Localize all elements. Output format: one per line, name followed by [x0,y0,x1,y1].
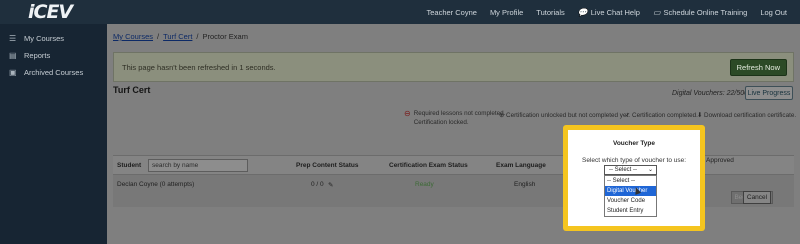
legend-completed-text: Certification completed. [632,112,698,119]
monitor-icon: ▭ [652,7,661,17]
refresh-notice: This page hasn't been refreshed in 1 sec… [113,52,794,82]
legend-unlocked: ⊕ Certification unlocked but not complet… [499,112,630,119]
legend-download: ⬇ Download certification certificate. [697,112,796,119]
legend-required-line2: Certification locked. [413,119,469,126]
logout-link[interactable]: Log Out [760,8,787,17]
page-title: Turf Cert [113,85,151,95]
header-exam-language: Exam Language [496,162,546,169]
chat-icon: 💬 [577,7,588,17]
legend-unlocked-text: Certification unlocked but not completed… [506,112,630,119]
breadcrumb-my-courses[interactable]: My Courses [113,32,153,41]
approval-status: Approved [706,157,734,164]
refresh-message: This page hasn't been refreshed in 1 sec… [122,63,276,72]
courses-icon: ☰ [9,34,17,43]
live-chat-link[interactable]: 💬 Live Chat Help [578,8,640,17]
voucher-option-code[interactable]: Voucher Code [605,196,656,206]
user-name: Teacher Coyne [426,7,477,17]
header-prep-status: Prep Content Status [296,162,359,169]
breadcrumb: My Courses / Turf Cert / Proctor Exam [113,32,248,41]
cert-status: Ready [415,181,434,188]
voucher-type-select[interactable]: -- Select -- ⌄ [604,165,657,175]
check-circle-icon: ✓ [625,112,631,119]
sidebar-item-archived-courses[interactable]: ▣ Archived Courses [0,64,107,81]
sidebar-item-label: Archived Courses [24,68,84,77]
sidebar-item-reports[interactable]: ▤ Reports [0,47,107,64]
breadcrumb-current: Proctor Exam [202,32,248,41]
voucher-type-modal: Voucher Type Select which type of vouche… [568,130,700,226]
sidebar-item-label: Reports [24,51,51,60]
tutorials-link[interactable]: Tutorials [536,8,564,17]
chevron-down-icon: ⌄ [647,167,653,173]
schedule-training-link[interactable]: ▭ Schedule Online Training [653,8,747,17]
legend-required-line1: Required lessons not completed. [413,110,506,117]
sidebar-item-label: My Courses [24,34,65,43]
legend-download-text: Download certification certificate. [704,112,797,119]
modal-title: Voucher Type [612,140,656,147]
reports-icon: ▤ [9,51,17,60]
my-profile-link[interactable]: My Profile [490,8,523,17]
lock-icon: ⊖ [404,109,411,118]
legend-completed: ✓ Certification completed. [625,112,698,119]
sidebar-item-my-courses[interactable]: ☰ My Courses [0,30,107,47]
voucher-select-value: -- Select -- [609,167,638,173]
sidebar: ☰ My Courses ▤ Reports ▣ Archived Course… [0,24,107,244]
top-nav: Teacher Coyne My Profile Tutorials 💬 Live… [426,0,800,24]
student-name: Declan Coyne (0 attempts) [117,181,195,188]
brand-logo[interactable]: iCEV [28,1,73,23]
digital-vouchers-count: Digital Vouchers: 22/500 [672,90,749,97]
prep-status: 0 / 0 [311,181,324,188]
unlock-icon: ⊕ [499,112,505,119]
breadcrumb-turf-cert[interactable]: Turf Cert [163,32,192,41]
prep-edit-icon[interactable]: ✎ [328,181,333,189]
header-student: Student [117,162,142,169]
exam-language: English [514,181,536,188]
voucher-option-student-entry[interactable]: Student Entry [605,206,656,216]
voucher-options-list: -- Select -- Digital Voucher Voucher Cod… [604,175,657,217]
student-search-input[interactable] [148,159,248,172]
modal-prompt: Select which type of voucher to use: [582,157,687,164]
download-icon: ⬇ [697,112,703,119]
breadcrumb-separator: / [157,32,160,41]
header-cert-status: Certification Exam Status [389,162,468,169]
voucher-option-digital[interactable]: Digital Voucher [605,186,656,196]
legend-required: ⊖ Required lessons not completed. Certif… [404,109,505,127]
top-nav-bar: iCEV Teacher Coyne My Profile Tutorials … [0,0,800,24]
voucher-modal-highlight: Voucher Type Select which type of vouche… [563,125,705,231]
breadcrumb-separator: / [196,32,199,41]
live-progress-button[interactable]: Live Progress [745,86,793,100]
cancel-button[interactable]: Cancel [743,191,771,204]
refresh-now-button[interactable]: Refresh Now [729,59,787,76]
voucher-option[interactable]: -- Select -- [605,176,656,186]
archive-icon: ▣ [9,68,17,77]
